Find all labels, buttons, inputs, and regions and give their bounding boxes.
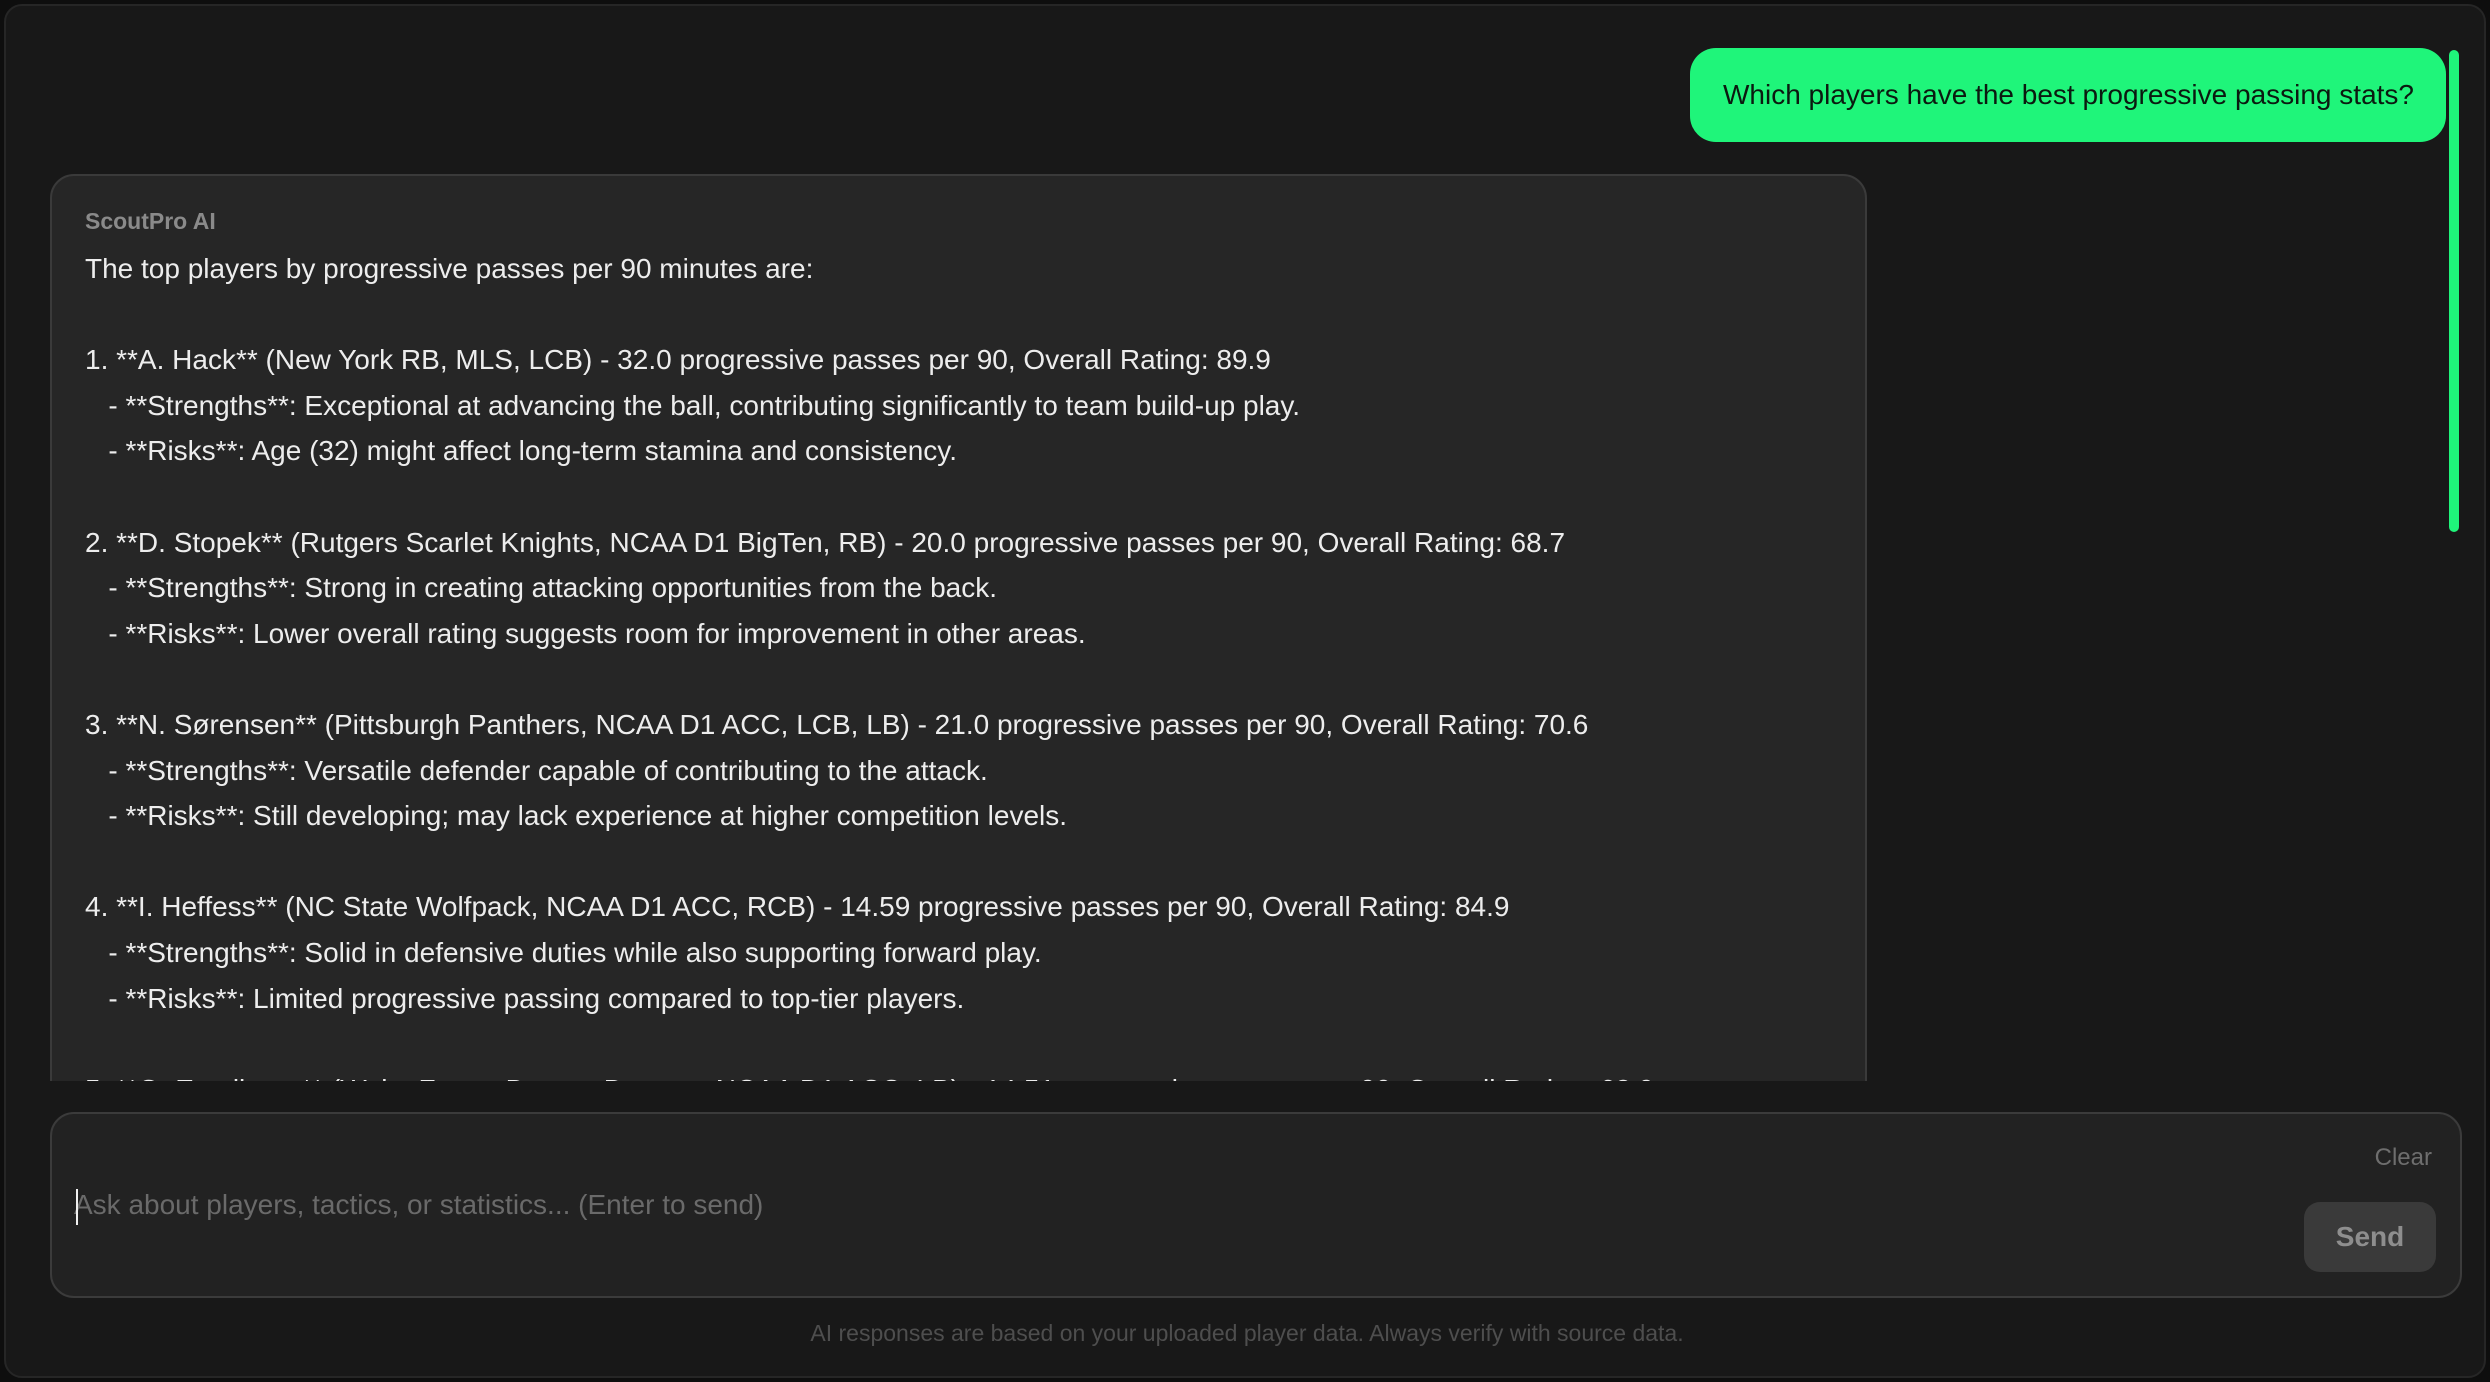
assistant-message-line [85,292,1832,338]
assistant-message-line: 2. **D. Stopek** (Rutgers Scarlet Knight… [85,526,1566,558]
message-scrollbar[interactable] [2446,50,2460,1080]
assistant-message-card: ScoutPro AI The top players by progressi… [50,174,1867,1081]
assistant-message-line [85,656,1832,702]
assistant-message-line: - **Risks**: Lower overall rating sugges… [85,617,1086,649]
assistant-message-line: - **Risks**: Still developing; may lack … [85,800,1068,832]
assistant-message-line: - **Risks**: Limited progressive passing… [85,982,965,1014]
chat-input[interactable] [74,1180,2254,1230]
assistant-message-line [85,1021,1832,1067]
assistant-message-line: 5. **O. Eseribene** (Wake Forest Demon D… [85,1067,1832,1081]
text-caret [76,1189,78,1225]
user-message-bubble: Which players have the best progressive … [1689,48,2446,142]
assistant-message-line [85,839,1832,885]
disclaimer-text: AI responses are based on your uploaded … [810,1320,1684,1346]
assistant-message-line: - **Risks**: Age (32) might affect long-… [85,435,958,467]
assistant-message-line: - **Strengths**: Exceptional at advancin… [85,389,1301,421]
assistant-message-line: - **Strengths**: Strong in creating atta… [85,572,998,604]
send-button[interactable]: Send [2304,1202,2436,1272]
assistant-message-line: 4. **I. Heffess** (NC State Wolfpack, NC… [85,891,1510,923]
message-list[interactable]: Which players have the best progressive … [6,6,2446,1081]
assistant-message-line: 3. **N. Sørensen** (Pittsburgh Panthers,… [85,708,1589,740]
assistant-sender-label: ScoutPro AI [85,208,216,234]
assistant-message-line: 1. **A. Hack** (New York RB, MLS, LCB) -… [85,344,1271,376]
assistant-message-line: The top players by progressive passes pe… [85,253,814,284]
assistant-message-body: The top players by progressive passes pe… [85,246,1832,1081]
assistant-message-line: - **Strengths**: Solid in defensive duti… [85,936,1042,968]
composer: Clear Send [50,1112,2462,1298]
user-message-row: Which players have the best progressive … [1689,48,2446,142]
clear-button[interactable]: Clear [2375,1144,2432,1172]
scrollbar-thumb[interactable] [2449,50,2459,532]
assistant-message-line: - **Strengths**: Versatile defender capa… [85,754,988,786]
assistant-message-line [85,474,1832,520]
chat-window: Which players have the best progressive … [4,4,2486,1378]
